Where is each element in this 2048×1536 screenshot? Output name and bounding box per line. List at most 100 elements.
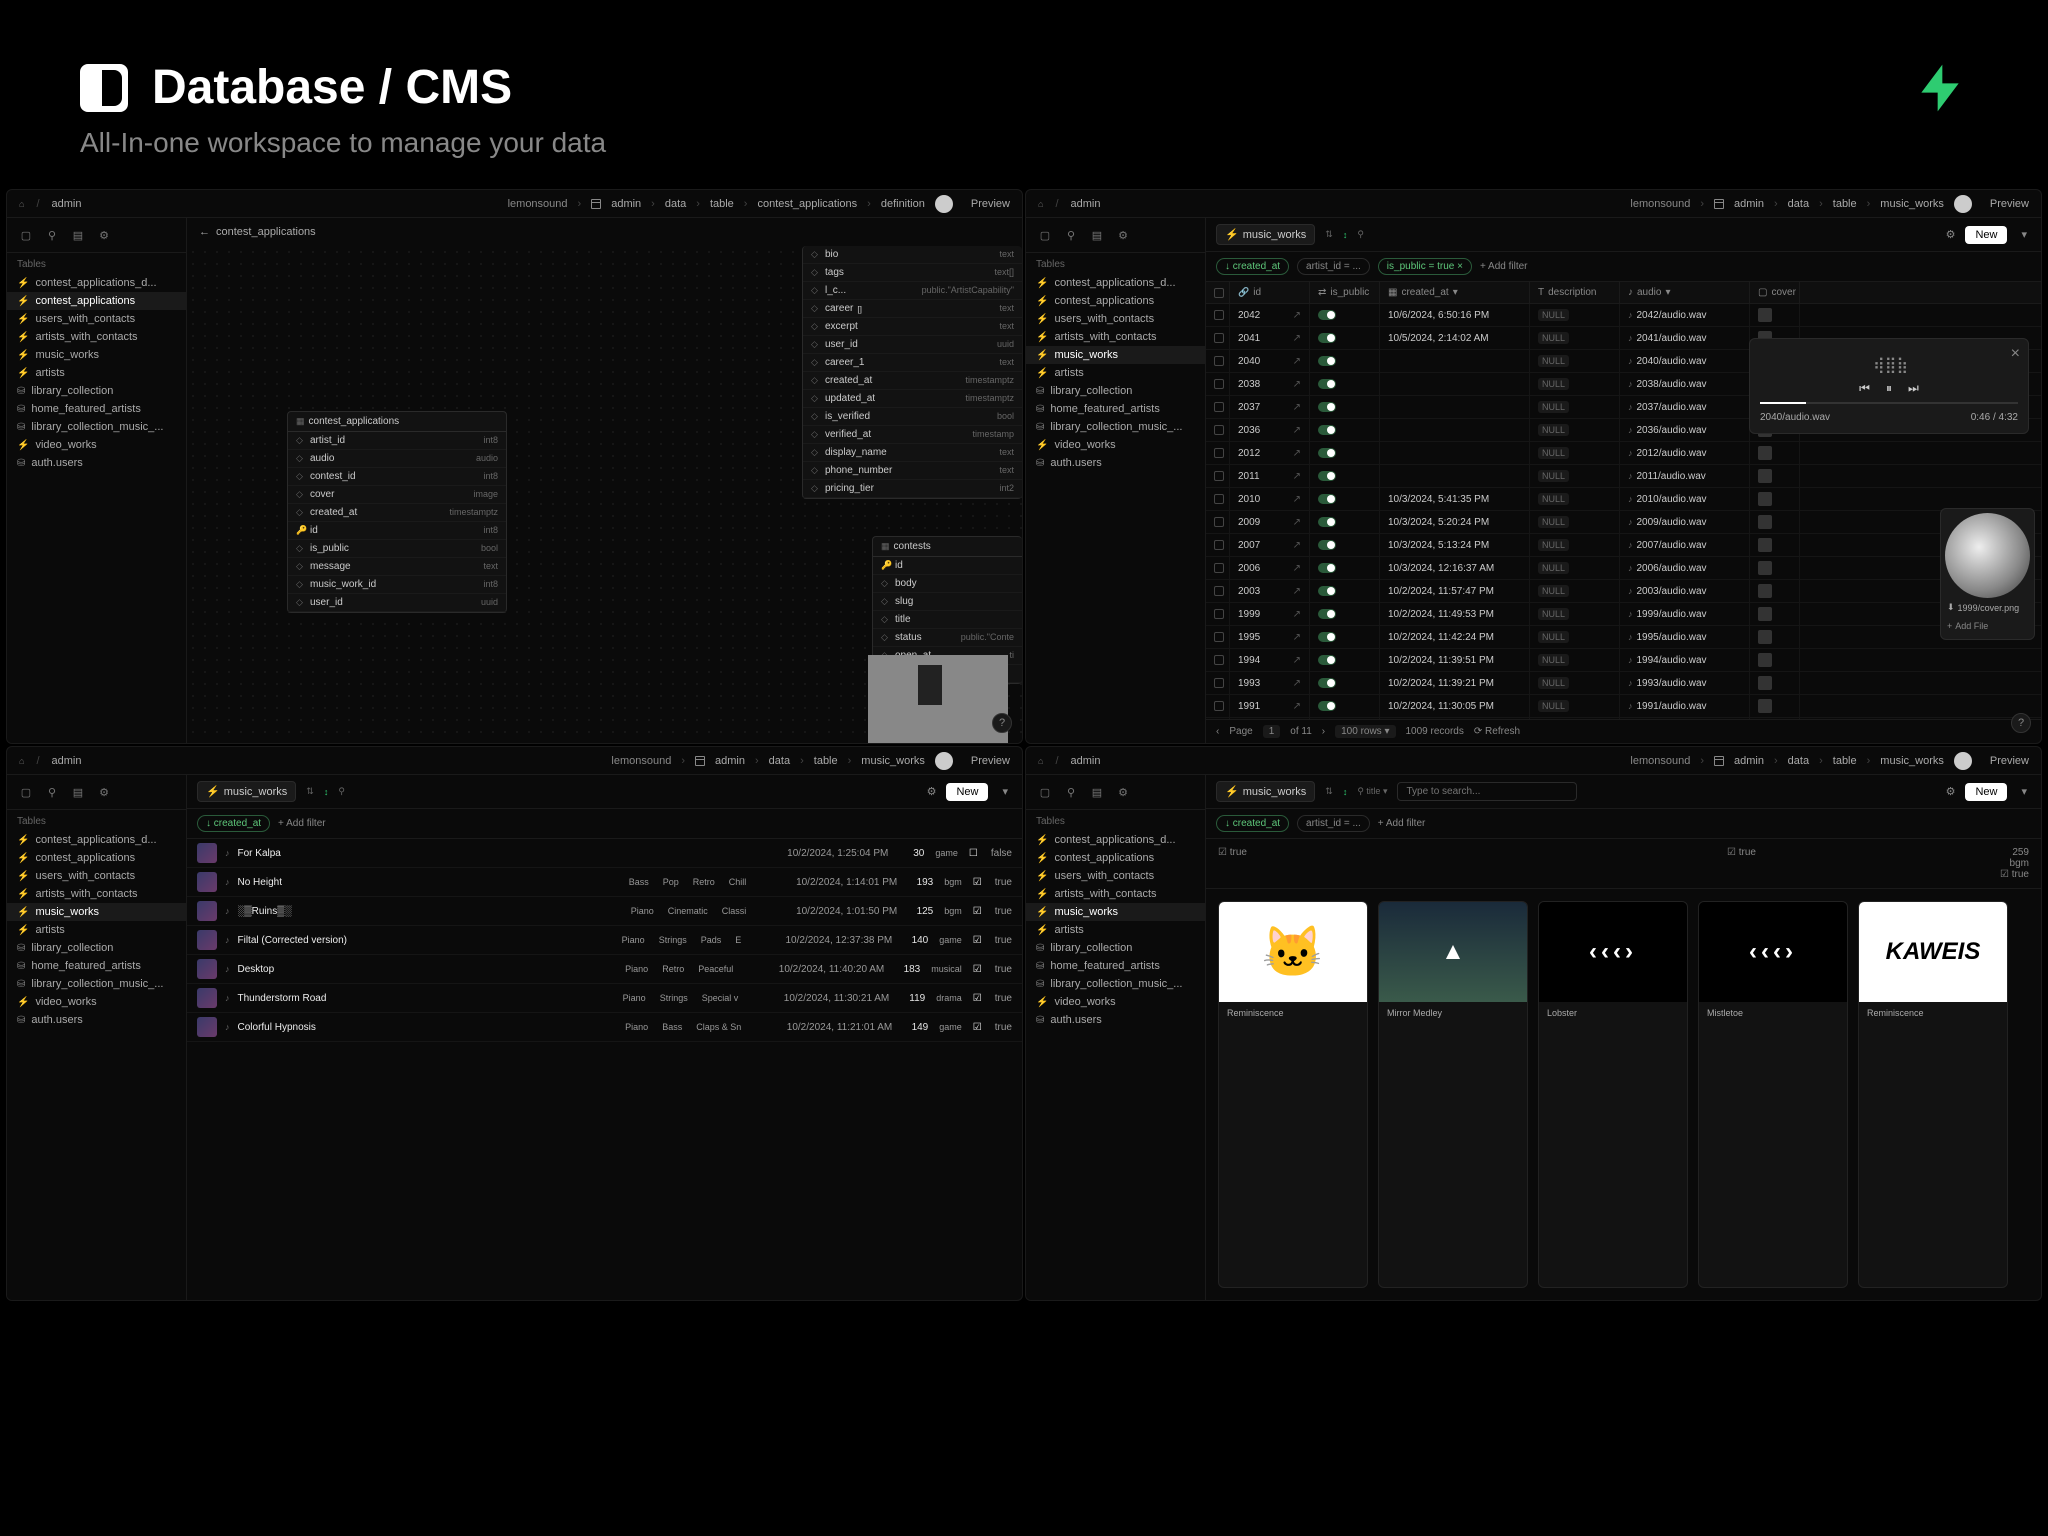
sidebar-item[interactable]: ⚡music_works (7, 903, 186, 921)
sidebar-item[interactable]: ⚡artists_with_contacts (1026, 328, 1205, 346)
settings-icon[interactable]: ⚙ (95, 783, 113, 801)
prev-page-button[interactable]: ‹ (1216, 726, 1219, 737)
table-row[interactable]: 2007↗ 10/3/2024, 5:13:24 PM NULL ♪ 2007/… (1206, 534, 2041, 557)
next-page-button[interactable]: › (1322, 726, 1325, 737)
crumb[interactable]: admin (1071, 198, 1101, 210)
link-icon[interactable]: ⚲ (1062, 226, 1080, 244)
sort-chip[interactable]: ↓ created_at (1216, 815, 1289, 832)
pause-icon[interactable]: ⏸ (1886, 381, 1892, 396)
crumb[interactable]: data (665, 198, 686, 210)
filter-chip[interactable]: artist_id = ... (1297, 815, 1370, 832)
add-filter-button[interactable]: + Add filter (1480, 261, 1528, 272)
sidebar-item[interactable]: ⛁auth.users (1026, 454, 1205, 472)
crumb[interactable]: admin (715, 755, 745, 767)
new-button[interactable]: New (1965, 783, 2007, 801)
table-row[interactable]: 2012↗ NULL ♪ 2012/audio.wav (1206, 442, 2041, 465)
sidebar-item[interactable]: ⚡artists (1026, 921, 1205, 939)
sidebar-item[interactable]: ⛁home_featured_artists (7, 400, 186, 418)
project-name[interactable]: lemonsound (1630, 755, 1690, 767)
schema-canvas[interactable]: ◇biotext◇tagstext[]◇l_c...public."Artist… (187, 246, 1022, 743)
gallery-card[interactable]: 🐱 Reminiscence (1218, 901, 1368, 1288)
prev-icon[interactable]: ⏮ (1859, 381, 1870, 396)
back-button[interactable]: ← contest_applications (187, 218, 1022, 246)
gallery-card[interactable]: ▲ Mirror Medley (1378, 901, 1528, 1288)
filter-icon[interactable]: ⇅ (306, 786, 314, 797)
new-button[interactable]: New (1965, 226, 2007, 244)
sidebar-item[interactable]: ⚡contest_applications (1026, 292, 1205, 310)
add-file-button[interactable]: + Add File (1945, 617, 2030, 635)
sidebar-item[interactable]: ⛁auth.users (1026, 1011, 1205, 1029)
new-button[interactable]: New (946, 783, 988, 801)
sidebar-item[interactable]: ⛁library_collection (7, 939, 186, 957)
help-button[interactable]: ? (2011, 713, 2031, 733)
sidebar-item[interactable]: ⚡contest_applications_d... (1026, 831, 1205, 849)
crumb[interactable]: music_works (1880, 198, 1944, 210)
sidebar-item[interactable]: ⛁auth.users (7, 454, 186, 472)
sidebar-item[interactable]: ⚡music_works (1026, 903, 1205, 921)
table-row[interactable]: 2011↗ NULL ♪ 2011/audio.wav (1206, 465, 2041, 488)
folder-icon[interactable]: ▢ (17, 226, 35, 244)
filter-icon[interactable]: ⇅ (1325, 229, 1333, 240)
list-item[interactable]: ♪ Desktop PianoRetroPeaceful 10/2/2024, … (187, 955, 1022, 984)
table-row[interactable]: 2003↗ 10/2/2024, 11:57:47 PM NULL ♪ 2003… (1206, 580, 2041, 603)
sidebar-item[interactable]: ⚡contest_applications_d... (7, 831, 186, 849)
sidebar-item[interactable]: ⚡contest_applications (7, 292, 186, 310)
rows-per-page[interactable]: 100 rows ▾ (1335, 725, 1395, 738)
crumb[interactable]: admin (1071, 755, 1101, 767)
filter-chip[interactable]: ↓ created_at (1216, 258, 1289, 275)
list-item[interactable]: ♪ Filtal (Corrected version) PianoString… (187, 926, 1022, 955)
crumb[interactable]: admin (611, 198, 641, 210)
table-row[interactable]: 2010↗ 10/3/2024, 5:41:35 PM NULL ♪ 2010/… (1206, 488, 2041, 511)
project-name[interactable]: lemonsound (508, 198, 568, 210)
sidebar-item[interactable]: ⚡music_works (7, 346, 186, 364)
sort-icon[interactable]: ↕ (324, 787, 329, 797)
sidebar-item[interactable]: ⛁library_collection (1026, 939, 1205, 957)
table-row[interactable]: 1993↗ 10/2/2024, 11:39:21 PM NULL ♪ 1993… (1206, 672, 2041, 695)
avatar[interactable] (935, 195, 953, 213)
table-tab[interactable]: ⚡music_works (197, 781, 296, 802)
search-icon[interactable]: ⚲ (338, 786, 345, 797)
sidebar-item[interactable]: ⚡video_works (1026, 993, 1205, 1011)
folder-icon[interactable]: ▢ (17, 783, 35, 801)
list-item[interactable]: ♪ Colorful Hypnosis PianoBassClaps & Sn … (187, 1013, 1022, 1042)
sort-chip[interactable]: ↓ created_at (197, 815, 270, 832)
sidebar-item[interactable]: ⚡users_with_contacts (1026, 867, 1205, 885)
folder-icon[interactable]: ▢ (1036, 783, 1054, 801)
minimap[interactable] (868, 655, 1008, 743)
home-icon[interactable]: ⌂ (1038, 756, 1043, 766)
search-by-icon[interactable]: ⚲ title ▾ (1357, 786, 1387, 797)
gear-icon[interactable]: ⚙ (927, 785, 937, 798)
sort-icon[interactable]: ↕ (1343, 230, 1348, 240)
list-item[interactable]: ♪ Thunderstorm Road PianoStringsSpecial … (187, 984, 1022, 1013)
sidebar-item[interactable]: ⚡artists (1026, 364, 1205, 382)
crumb[interactable]: data (769, 755, 790, 767)
settings-icon[interactable]: ⚙ (1114, 226, 1132, 244)
home-icon[interactable]: ⌂ (1038, 199, 1043, 209)
table-row[interactable]: 1994↗ 10/2/2024, 11:39:51 PM NULL ♪ 1994… (1206, 649, 2041, 672)
list-item[interactable]: ♪ ░▒Ruins▒░ PianoCinematicClassi 10/2/20… (187, 897, 1022, 926)
sidebar-item[interactable]: ⚡artists_with_contacts (7, 328, 186, 346)
avatar[interactable] (1954, 195, 1972, 213)
crumb[interactable]: table (1833, 755, 1857, 767)
sidebar-item[interactable]: ⚡contest_applications_d... (1026, 274, 1205, 292)
sidebar-item[interactable]: ⚡video_works (1026, 436, 1205, 454)
gear-icon[interactable]: ⚙ (1946, 785, 1956, 798)
table-row[interactable]: 2006↗ 10/3/2024, 12:16:37 AM NULL ♪ 2006… (1206, 557, 2041, 580)
preview-link[interactable]: Preview (1990, 198, 2029, 210)
sidebar-item[interactable]: ⚡video_works (7, 993, 186, 1011)
sidebar-item[interactable]: ⚡users_with_contacts (7, 867, 186, 885)
add-filter-button[interactable]: + Add filter (278, 818, 326, 829)
table-icon[interactable]: ▤ (1088, 783, 1106, 801)
schema-card-contest-applications[interactable]: ▦contest_applications ◇artist_idint8◇aud… (287, 411, 507, 613)
project-name[interactable]: lemonsound (611, 755, 671, 767)
close-icon[interactable]: × (2011, 345, 2020, 363)
gallery-card[interactable]: KAWEIS Reminiscence (1858, 901, 2008, 1288)
crumb[interactable]: admin (1734, 198, 1764, 210)
sidebar-item[interactable]: ⚡artists (7, 364, 186, 382)
crumb[interactable]: music_works (1880, 755, 1944, 767)
link-icon[interactable]: ⚲ (43, 226, 61, 244)
gear-icon[interactable]: ⚙ (1946, 228, 1956, 241)
settings-icon[interactable]: ⚙ (1114, 783, 1132, 801)
sidebar-item[interactable]: ⚡artists_with_contacts (1026, 885, 1205, 903)
sidebar-item[interactable]: ⚡artists_with_contacts (7, 885, 186, 903)
